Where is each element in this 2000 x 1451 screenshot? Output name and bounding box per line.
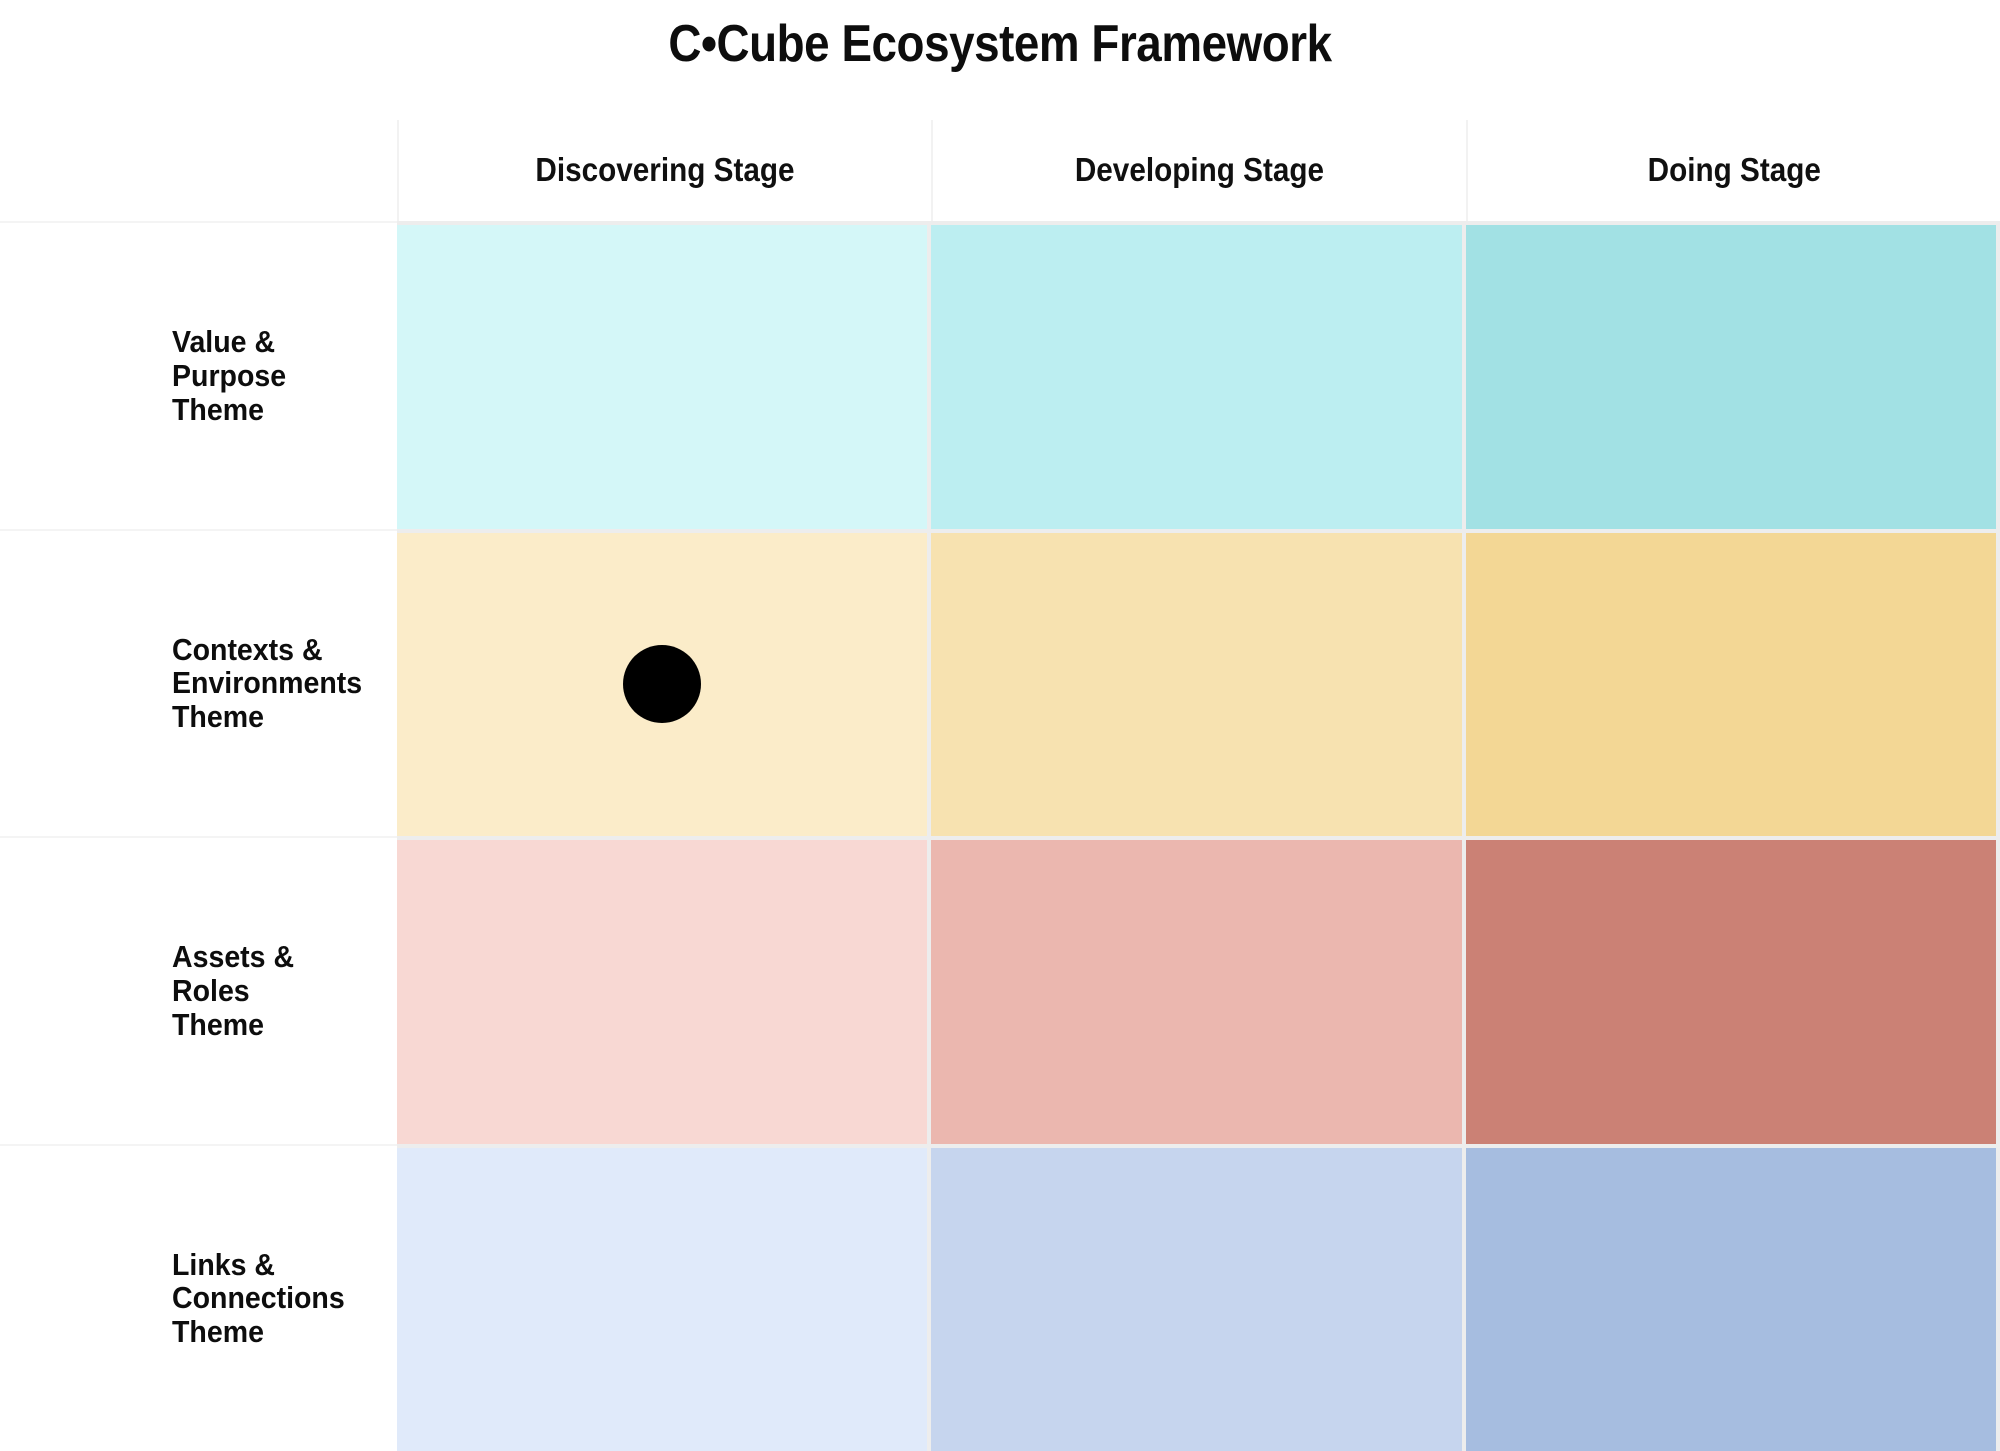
matrix-cell[interactable] [1465, 1143, 2000, 1451]
row-header-value-purpose: Value & Purpose Theme [0, 221, 397, 529]
matrix-cell-fill [397, 1147, 928, 1451]
column-header-label: Doing Stage [1647, 150, 1821, 188]
matrix-cell-fill [1465, 532, 1996, 836]
row-header-label: Value & Purpose Theme [172, 324, 287, 427]
matrix-cell[interactable] [931, 528, 1466, 836]
matrix-cell[interactable] [931, 836, 1466, 1144]
matrix-cell-fill [397, 225, 928, 529]
column-header-discovering: Discovering Stage [397, 120, 932, 221]
matrix-cell-fill [931, 840, 1462, 1144]
matrix-cell-fill [1465, 1147, 1996, 1451]
matrix-cell[interactable] [931, 1143, 1466, 1451]
row-header-assets-roles: Assets & Roles Theme [0, 836, 397, 1144]
framework-matrix: Discovering Stage Developing Stage Doing… [0, 120, 2000, 1451]
matrix-cell-fill [397, 840, 928, 1144]
matrix-cell-fill [931, 225, 1462, 529]
column-header-developing: Developing Stage [931, 120, 1466, 221]
matrix-cell-fill [397, 532, 928, 836]
column-header-label: Developing Stage [1074, 150, 1325, 188]
row-header-label: Contexts & Environments Theme [172, 631, 363, 735]
column-header-label: Discovering Stage [535, 150, 795, 188]
framework-matrix-page: C•Cube Ecosystem Framework Discovering S… [0, 0, 2000, 1451]
row-header-label: Assets & Roles Theme [172, 939, 295, 1042]
matrix-corner-cell [0, 120, 397, 221]
matrix-cell[interactable] [397, 836, 932, 1144]
matrix-cell-fill [1465, 225, 1996, 529]
matrix-cell[interactable] [397, 221, 932, 529]
marker-dot-icon[interactable] [623, 645, 702, 724]
column-header-doing: Doing Stage [1465, 120, 2000, 221]
matrix-cell[interactable] [1465, 836, 2000, 1144]
row-header-contexts-environments: Contexts & Environments Theme [0, 528, 397, 836]
row-header-label: Links & Connections Theme [172, 1246, 345, 1350]
matrix-cell-fill [931, 1147, 1462, 1451]
matrix-cell[interactable] [1465, 528, 2000, 836]
matrix-cell[interactable] [931, 221, 1466, 529]
page-title: C•Cube Ecosystem Framework [668, 15, 1332, 73]
matrix-cell[interactable] [1465, 221, 2000, 529]
matrix-cell-fill [931, 532, 1462, 836]
row-header-links-connections: Links & Connections Theme [0, 1143, 397, 1451]
matrix-cell[interactable] [397, 1143, 932, 1451]
matrix-cell[interactable] [397, 528, 932, 836]
matrix-cell-fill [1465, 840, 1996, 1144]
